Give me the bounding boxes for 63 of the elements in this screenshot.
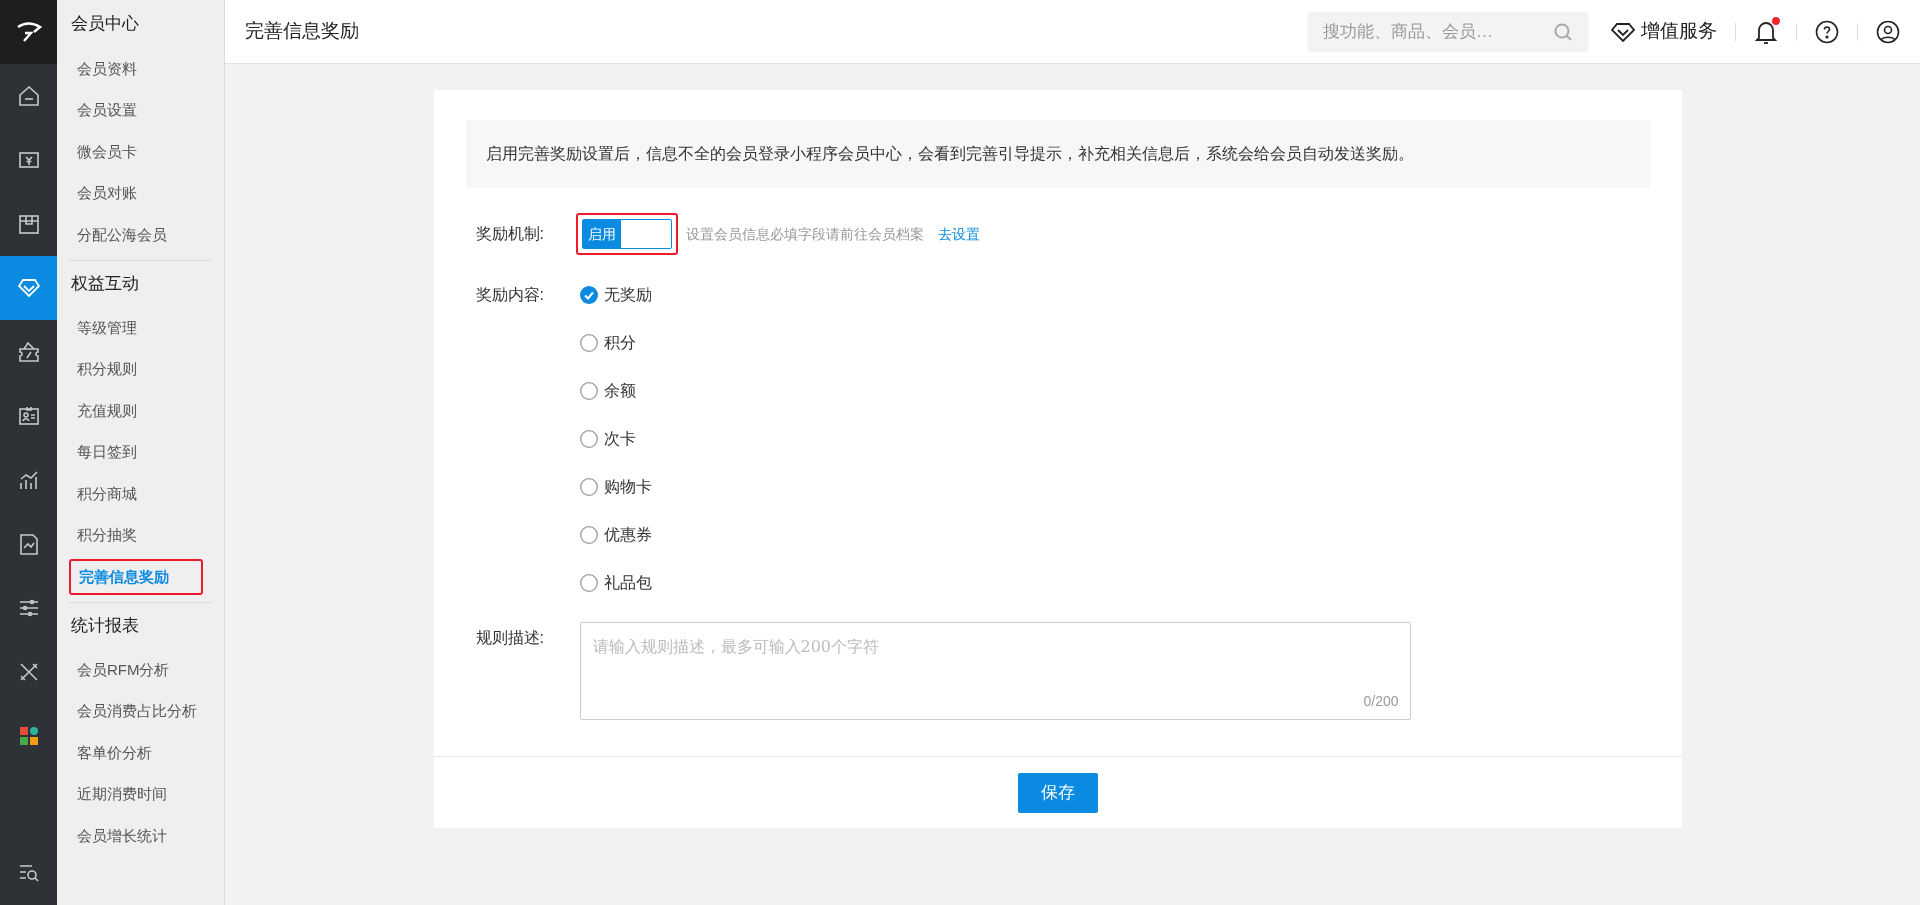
option-label: 余额	[603, 381, 636, 401]
sidebar-item[interactable]: 等级管理	[69, 309, 145, 346]
help-icon[interactable]	[1815, 19, 1839, 44]
radio-button[interactable]	[579, 430, 598, 448]
option-label: 无奖励	[603, 285, 652, 305]
radio-button[interactable]	[579, 334, 598, 352]
sidebar-item[interactable]: 积分商城	[69, 476, 145, 513]
save-button[interactable]: 保存	[1017, 772, 1098, 813]
box-icon	[17, 213, 40, 235]
form-label: 奖励内容:	[474, 285, 545, 305]
form-label: 规则描述:	[474, 628, 545, 648]
sidebar-group-title: 权益互动	[70, 273, 140, 296]
logo-icon	[15, 21, 42, 43]
diamond-icon	[1611, 21, 1635, 42]
notification-button[interactable]	[1754, 18, 1778, 45]
sidebar-item[interactable]: 近期消费时间	[69, 776, 175, 813]
sidebar-item[interactable]: 每日签到	[69, 434, 145, 471]
radio-button[interactable]	[579, 382, 598, 400]
id-card-icon	[17, 405, 40, 427]
user-icon[interactable]	[1876, 19, 1900, 44]
sidebar-item[interactable]: 会员设置	[69, 92, 145, 129]
search-icon	[1553, 21, 1573, 42]
tools-icon	[17, 661, 40, 683]
radio-checked[interactable]	[579, 286, 598, 304]
apps-icon	[18, 726, 39, 746]
list-search-icon	[17, 862, 40, 884]
character-counter: 0/200	[1363, 692, 1399, 711]
option-label: 礼品包	[603, 573, 652, 593]
money-icon	[17, 149, 40, 171]
sidebar-group-title: 统计报表	[70, 615, 140, 638]
hint-text: 设置会员信息必填字段请前往会员档案	[685, 224, 924, 244]
report-icon	[17, 533, 40, 555]
sidebar-item[interactable]: 客单价分析	[69, 735, 160, 772]
radio-button[interactable]	[579, 478, 598, 496]
sliders-icon	[17, 597, 40, 619]
radio-button[interactable]	[579, 526, 598, 544]
sidebar-item[interactable]: 会员RFM分析	[69, 651, 178, 688]
sidebar-item[interactable]: 会员对账	[69, 175, 145, 212]
sidebar-item[interactable]: 会员资料	[69, 50, 145, 87]
enable-switch[interactable]: 启用	[581, 219, 672, 249]
home-icon	[17, 85, 40, 107]
ticket-icon	[17, 341, 40, 363]
option-label: 购物卡	[603, 477, 652, 497]
sidebar-item[interactable]: 充值规则	[69, 392, 145, 429]
chart-icon	[17, 469, 40, 491]
option-label: 积分	[603, 333, 636, 353]
sidebar-item[interactable]: 积分抽奖	[69, 517, 145, 554]
sidebar-group-title: 会员中心	[70, 13, 140, 36]
radio-button[interactable]	[579, 574, 598, 592]
sidebar-item[interactable]: 分配公海会员	[69, 217, 175, 254]
settings-link[interactable]: 去设置	[937, 223, 980, 245]
page-title: 完善信息奖励	[245, 19, 360, 44]
form-label: 奖励机制:	[474, 224, 545, 244]
option-label: 次卡	[603, 429, 636, 449]
value-service-button[interactable]: 增值服务	[1611, 17, 1717, 46]
sidebar-item[interactable]: 积分规则	[69, 351, 145, 388]
sidebar-item[interactable]: 微会员卡	[69, 134, 145, 170]
search-field[interactable]: 搜功能、商品、会员…	[1307, 11, 1589, 52]
diamond-icon	[17, 278, 40, 298]
option-label: 优惠券	[603, 525, 652, 545]
sidebar-item[interactable]: 会员增长统计	[69, 818, 175, 855]
notice-banner: 启用完善奖励设置后，信息不全的会员登录小程序会员中心，会看到完善引导提示，补充相关信息后，系统会给会员自动发送奖励。	[465, 120, 1650, 188]
sidebar-item[interactable]: 会员消费占比分析	[69, 693, 205, 730]
